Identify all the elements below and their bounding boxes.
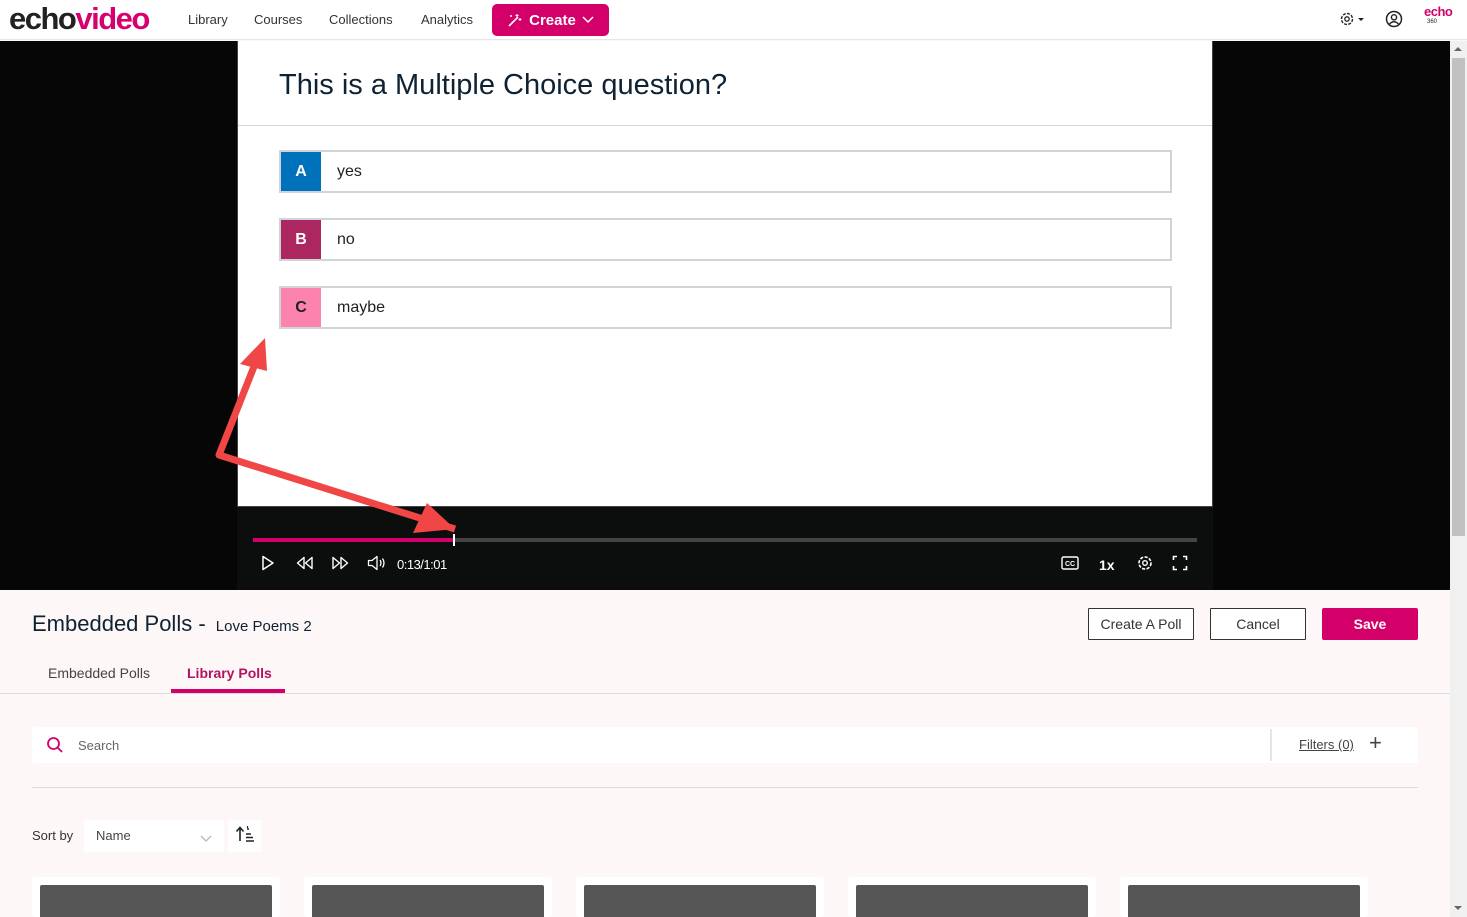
- time-display: 0:13/1:01: [397, 557, 447, 572]
- option-text: maybe: [337, 298, 386, 316]
- nav-collections[interactable]: Collections: [329, 12, 393, 27]
- captions-button[interactable]: CC: [1055, 555, 1085, 575]
- search-bar: Search Filters (0) +: [32, 727, 1418, 763]
- logo-video: video: [75, 1, 150, 36]
- progress-fill: [253, 538, 455, 542]
- sort-by-label: Sort by: [32, 828, 74, 843]
- svg-text:CC: CC: [1065, 561, 1075, 568]
- chevron-down-icon: [200, 830, 212, 848]
- poll-card-thumbnail: [40, 885, 272, 917]
- rewind-button[interactable]: [290, 555, 320, 575]
- poll-option-c[interactable]: C maybe: [279, 286, 1172, 329]
- embedded-polls-panel: Embedded Polls - Love Poems 2 Create A P…: [0, 590, 1450, 917]
- progress-handle[interactable]: [453, 534, 456, 546]
- panel-title: Embedded Polls - Love Poems 2: [32, 611, 312, 637]
- tab-library-polls[interactable]: Library Polls: [187, 665, 272, 681]
- echovideo-logo[interactable]: echovideo: [9, 1, 150, 36]
- create-poll-button[interactable]: Create A Poll: [1088, 608, 1194, 640]
- sort-by-value: Name: [96, 828, 131, 843]
- question-divider: [238, 125, 1212, 126]
- scroll-thumb[interactable]: [1452, 58, 1465, 536]
- nav-library[interactable]: Library: [188, 12, 228, 27]
- gear-icon: [1137, 555, 1153, 576]
- sort-order-button[interactable]: [228, 820, 261, 852]
- option-letter: A: [281, 152, 321, 191]
- magic-wand-icon: [507, 12, 523, 28]
- fast-forward-icon: [331, 556, 349, 575]
- search-icon: [46, 736, 64, 759]
- play-icon: [261, 555, 275, 576]
- progress-bar[interactable]: [253, 534, 1197, 546]
- nav-analytics[interactable]: Analytics: [421, 12, 473, 27]
- user-account-button[interactable]: [1385, 10, 1403, 33]
- video-player[interactable]: This is a Multiple Choice question? A ye…: [0, 41, 1450, 590]
- rewind-icon: [296, 556, 314, 575]
- poll-question: This is a Multiple Choice question?: [279, 69, 728, 101]
- poll-option-a[interactable]: A yes: [279, 150, 1172, 193]
- poll-card-thumbnail: [312, 885, 544, 917]
- create-label: Create: [529, 11, 576, 29]
- poll-slide: This is a Multiple Choice question? A ye…: [237, 41, 1213, 507]
- page-scrollbar[interactable]: [1450, 41, 1467, 917]
- player-controls: 0:13/1:01 CC 1x: [237, 507, 1213, 590]
- poll-card[interactable]: [848, 877, 1096, 917]
- search-divider: [32, 787, 1418, 788]
- sort-ascending-icon: [235, 825, 255, 848]
- tabs-divider: [0, 693, 1450, 694]
- option-text: no: [337, 230, 355, 248]
- fast-forward-button[interactable]: [325, 555, 355, 575]
- volume-icon: [367, 555, 387, 576]
- poll-card[interactable]: [304, 877, 552, 917]
- logo-echo: echo: [9, 1, 77, 36]
- settings-menu[interactable]: [1339, 10, 1367, 33]
- echo360-top: echo: [1424, 4, 1453, 19]
- page: echovideo Library Courses Collections An…: [0, 0, 1467, 917]
- add-filter-icon[interactable]: +: [1369, 731, 1382, 755]
- chevron-down-icon: [582, 16, 594, 24]
- poll-card[interactable]: [576, 877, 824, 917]
- top-nav: echovideo Library Courses Collections An…: [0, 0, 1467, 40]
- search-input[interactable]: Search: [78, 738, 119, 753]
- save-button[interactable]: Save: [1322, 608, 1418, 640]
- nav-courses[interactable]: Courses: [254, 12, 302, 27]
- fullscreen-icon: [1172, 555, 1188, 576]
- sort-by-select[interactable]: Name: [84, 820, 224, 852]
- poll-card[interactable]: [1120, 877, 1368, 917]
- poll-option-b[interactable]: B no: [279, 218, 1172, 261]
- scroll-up-arrow-icon[interactable]: [1454, 47, 1462, 51]
- closed-captions-icon: CC: [1061, 555, 1079, 575]
- player-settings-button[interactable]: [1130, 555, 1160, 575]
- cancel-button[interactable]: Cancel: [1210, 608, 1306, 640]
- filters-link[interactable]: Filters (0): [1299, 737, 1354, 752]
- poll-card-thumbnail: [856, 885, 1088, 917]
- play-button[interactable]: [253, 555, 283, 575]
- option-letter: C: [281, 288, 321, 327]
- playback-speed-button[interactable]: 1x: [1099, 557, 1115, 573]
- option-letter: B: [281, 220, 321, 259]
- panel-title-main: Embedded Polls -: [32, 611, 206, 636]
- echo360-logo[interactable]: echo 360: [1424, 4, 1453, 27]
- panel-subtitle: Love Poems 2: [215, 618, 312, 635]
- poll-card-thumbnail: [584, 885, 816, 917]
- user-circle-icon: [1385, 10, 1403, 32]
- scroll-down-arrow-icon[interactable]: [1454, 906, 1462, 910]
- volume-button[interactable]: [362, 555, 392, 575]
- fullscreen-button[interactable]: [1165, 555, 1195, 575]
- option-text: yes: [337, 162, 362, 180]
- poll-card[interactable]: [32, 877, 280, 917]
- create-button[interactable]: Create: [492, 4, 609, 36]
- filter-separator: [1270, 729, 1272, 761]
- gear-icon: [1339, 12, 1367, 32]
- tab-embedded-polls[interactable]: Embedded Polls: [48, 665, 150, 681]
- poll-card-thumbnail: [1128, 885, 1360, 917]
